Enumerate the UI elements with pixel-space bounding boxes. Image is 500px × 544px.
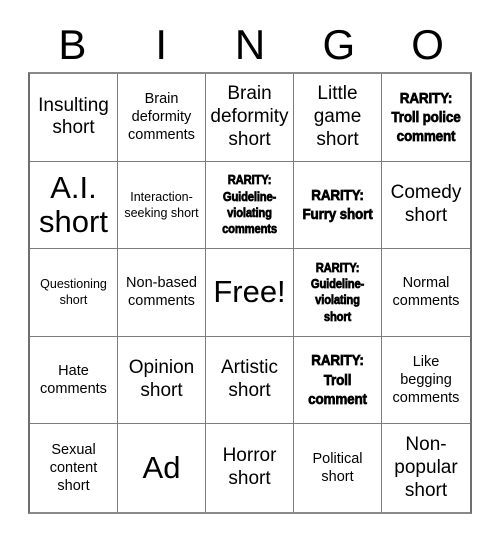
bingo-cell[interactable]: Brain deformity comments bbox=[118, 74, 206, 162]
bingo-cell[interactable]: Horror short bbox=[206, 424, 294, 512]
bingo-cell[interactable]: Artistic short bbox=[206, 336, 294, 425]
bingo-cell-label: Ad bbox=[142, 450, 181, 486]
bingo-cell-label: Horror short bbox=[222, 445, 277, 490]
bingo-cell[interactable]: Non-popular short bbox=[382, 424, 470, 512]
bingo-cell-label: Hate comments bbox=[40, 362, 107, 398]
bingo-cell-label: Little game short bbox=[313, 83, 362, 150]
bingo-cell-label: Questioning short bbox=[40, 277, 107, 308]
bingo-header-letter-g: G bbox=[322, 21, 356, 68]
bingo-cell-label: RARITY: Furry short bbox=[302, 186, 373, 223]
bingo-cell[interactable]: Comedy short bbox=[382, 161, 470, 250]
bingo-cell-label: Comedy short bbox=[390, 182, 462, 226]
bingo-cell[interactable]: Insulting short bbox=[30, 74, 118, 162]
bingo-cell-label: Like begging comments bbox=[392, 353, 460, 407]
bingo-cell-free[interactable]: Free! bbox=[206, 249, 294, 337]
bingo-cell-label: Brain deformity comments bbox=[128, 90, 195, 144]
bingo-cell[interactable]: Hate comments bbox=[30, 336, 118, 425]
bingo-cell[interactable]: Sexual content short bbox=[30, 424, 118, 512]
bingo-cell[interactable]: Political short bbox=[294, 424, 382, 512]
bingo-cell[interactable]: RARITY: Furry short bbox=[294, 161, 382, 250]
bingo-cell-label: Artistic short bbox=[221, 357, 278, 402]
bingo-cell-label: Brain deformity short bbox=[210, 83, 289, 150]
bingo-cell-label: Non-popular short bbox=[394, 433, 458, 501]
bingo-header-letter-i: I bbox=[155, 21, 168, 68]
bingo-cell-label: Normal comments bbox=[392, 275, 460, 310]
bingo-cell[interactable]: Interaction-seeking short bbox=[118, 161, 206, 250]
bingo-cell[interactable]: Brain deformity short bbox=[206, 74, 294, 162]
bingo-cell-label: Sexual content short bbox=[49, 441, 98, 495]
bingo-header-letter-o: O bbox=[411, 21, 444, 68]
bingo-cell-label: RARITY: Troll police comment bbox=[391, 89, 461, 145]
bingo-cell[interactable]: Little game short bbox=[294, 74, 382, 162]
bingo-header-letter-n: N bbox=[234, 21, 266, 68]
bingo-cell[interactable]: Normal comments bbox=[382, 249, 470, 337]
bingo-cell[interactable]: Questioning short bbox=[30, 249, 118, 337]
bingo-cell[interactable]: Opinion short bbox=[118, 336, 206, 425]
bingo-cell[interactable]: RARITY: Troll comment bbox=[294, 336, 382, 425]
bingo-cell[interactable]: Like begging comments bbox=[382, 336, 470, 425]
bingo-cell-label: Free! bbox=[213, 274, 286, 310]
bingo-header: B I N G O bbox=[28, 18, 472, 72]
bingo-cell-label: Insulting short bbox=[38, 94, 109, 139]
bingo-cell[interactable]: RARITY: Guideline-violating short bbox=[294, 249, 382, 337]
bingo-cell[interactable]: Ad bbox=[118, 424, 206, 512]
bingo-cell[interactable]: RARITY: Guideline-violating comments bbox=[206, 161, 294, 250]
bingo-grid: Insulting short Brain deformity comments B… bbox=[28, 72, 472, 514]
bingo-cell-label: RARITY: Guideline-violating comments bbox=[222, 173, 278, 237]
bingo-header-letter-b: B bbox=[58, 21, 87, 68]
bingo-cell-label: RARITY: Troll comment bbox=[308, 352, 368, 408]
bingo-cell[interactable]: RARITY: Troll police comment bbox=[382, 74, 470, 162]
bingo-cell-label: Non-based comments bbox=[126, 275, 197, 310]
bingo-cell-label: RARITY: Guideline-violating short bbox=[310, 260, 365, 324]
bingo-cell-label: A.I. short bbox=[39, 169, 108, 239]
bingo-cell-label: Interaction-seeking short bbox=[124, 189, 199, 220]
bingo-cell-label: Opinion short bbox=[128, 357, 195, 402]
bingo-cell[interactable]: A.I. short bbox=[30, 161, 118, 250]
bingo-card: B I N G O Insulting short Brain deformity… bbox=[0, 0, 500, 544]
bingo-cell-label: Political short bbox=[312, 450, 363, 486]
bingo-cell[interactable]: Non-based comments bbox=[118, 249, 206, 337]
